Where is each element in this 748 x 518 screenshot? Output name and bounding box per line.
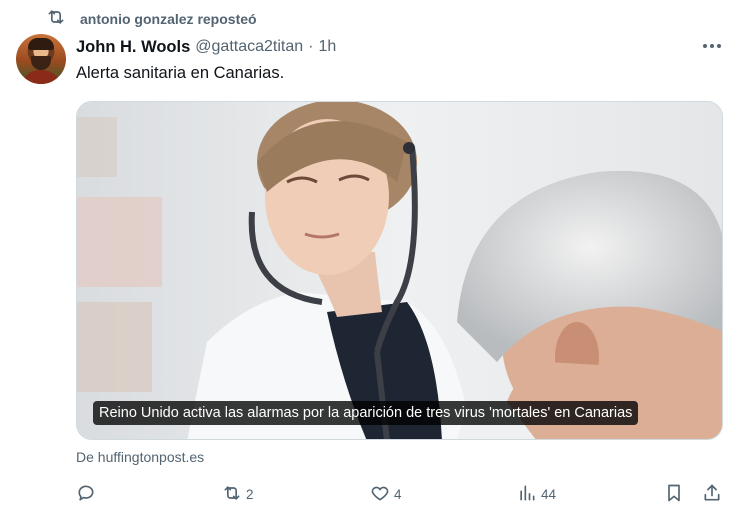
card-image (77, 102, 722, 439)
card-caption[interactable]: Reino Unido activa las alarmas por la ap… (93, 401, 639, 425)
avatar-body (20, 70, 62, 84)
link-card[interactable]: Reino Unido activa las alarmas por la ap… (76, 101, 723, 440)
author-name[interactable]: John H. Wools (76, 38, 190, 57)
more-horizontal-icon[interactable] (700, 36, 724, 56)
reply-button[interactable] (76, 482, 100, 506)
more-dot (703, 44, 707, 48)
repost-icon (222, 483, 242, 506)
repost-text[interactable]: antonio gonzalez reposteó (80, 11, 257, 27)
author-handle[interactable]: @gattaca2titan (195, 38, 303, 56)
repost-count: 2 (246, 486, 254, 502)
post-text: Alerta sanitaria en Canarias. (76, 64, 285, 82)
avatar-beard (31, 56, 51, 70)
more-dot (710, 44, 714, 48)
repost-icon (46, 7, 66, 32)
more-dot (717, 44, 721, 48)
bookmark-button[interactable] (664, 482, 684, 506)
like-button[interactable]: 4 (370, 482, 402, 506)
share-button[interactable] (702, 482, 722, 506)
card-source[interactable]: De huffingtonpost.es (76, 449, 204, 465)
post-time[interactable]: 1h (318, 38, 336, 56)
repost-button[interactable]: 2 (222, 482, 254, 506)
repost-banner[interactable]: antonio gonzalez reposteó (46, 8, 257, 30)
avatar-hat (28, 38, 54, 50)
share-icon (702, 483, 722, 506)
like-count: 4 (394, 486, 402, 502)
views-count: 44 (541, 486, 557, 502)
post-header: John H. Wools @gattaca2titan · 1h (76, 36, 336, 58)
views-chart-icon (517, 483, 537, 506)
action-bar: 2 4 44 (76, 482, 726, 506)
heart-icon (370, 483, 390, 506)
header-separator: · (308, 38, 314, 55)
bookmark-icon (664, 483, 684, 506)
reply-icon (76, 483, 96, 506)
avatar[interactable] (16, 34, 66, 84)
views-button[interactable]: 44 (517, 482, 556, 506)
